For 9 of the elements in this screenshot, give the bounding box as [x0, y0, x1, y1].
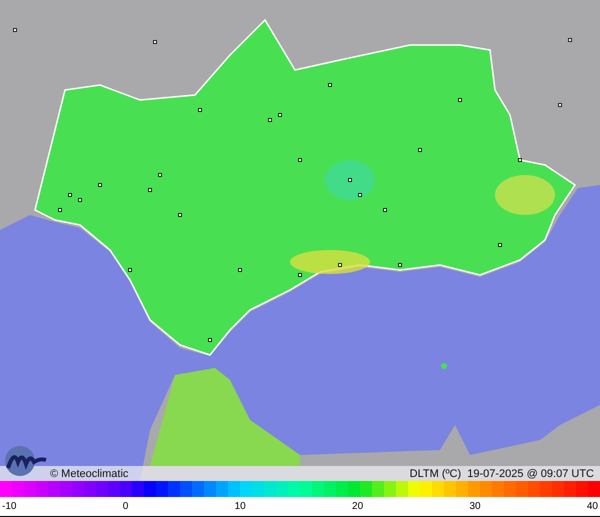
scale-label: -10: [2, 500, 16, 512]
logo-icon: [4, 444, 48, 478]
scale-label: 40: [586, 500, 598, 512]
scale-label: 20: [352, 500, 364, 512]
scale-label: 0: [122, 500, 128, 512]
scale-label: 10: [234, 500, 246, 512]
map-caption: DLTM (ºC) 19-07-2025 @ 09:07 UTC: [410, 468, 594, 480]
scale-label: 30: [469, 500, 481, 512]
credit-text: © Meteoclimatic: [50, 468, 128, 480]
